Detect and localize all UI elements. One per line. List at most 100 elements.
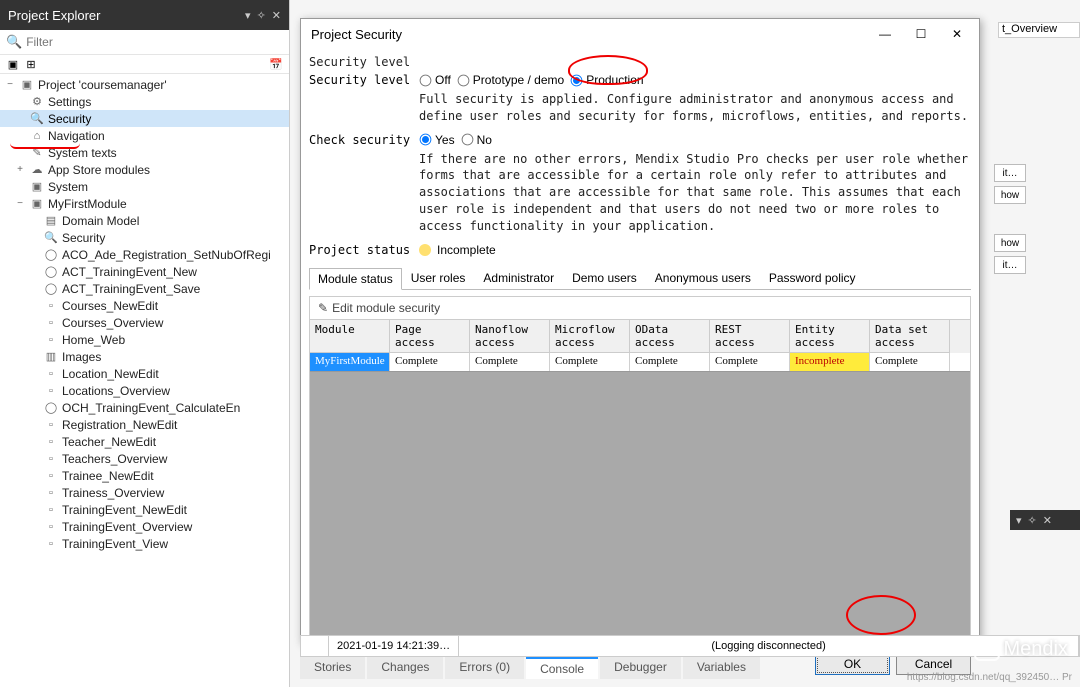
tree-item[interactable]: ◯ACT_TrainingEvent_Save xyxy=(0,280,289,297)
tree-item[interactable]: ▫Location_NewEdit xyxy=(0,365,289,382)
dropdown-icon[interactable]: ▾ xyxy=(1016,514,1022,527)
tree-item[interactable]: ▫TrainingEvent_View xyxy=(0,535,289,552)
tab-console[interactable]: Console xyxy=(526,657,598,679)
tree-module[interactable]: −▣MyFirstModule xyxy=(0,195,289,212)
col-page[interactable]: Page access xyxy=(390,320,470,353)
explorer-toolbar: ▣ ⊞ 📅 xyxy=(0,55,289,74)
collapse-icon[interactable]: ▣ xyxy=(6,57,20,71)
tab-debugger[interactable]: Debugger xyxy=(600,657,681,679)
text-icon: ✎ xyxy=(29,146,45,159)
page-icon: ▫ xyxy=(43,385,59,397)
tree-item[interactable]: ▫Trainess_Overview xyxy=(0,484,289,501)
cell-nanoflow: Complete xyxy=(470,353,550,371)
tree-item[interactable]: ▫Locations_Overview xyxy=(0,382,289,399)
pin-icon[interactable]: ✧ xyxy=(257,9,266,22)
tree-project[interactable]: −▣Project 'coursemanager' xyxy=(0,76,289,93)
tree-item[interactable]: ▫TrainingEvent_NewEdit xyxy=(0,501,289,518)
col-module[interactable]: Module xyxy=(310,320,390,353)
tree-item[interactable]: ◯OCH_TrainingEvent_CalculateEn xyxy=(0,399,289,416)
tab-changes[interactable]: Changes xyxy=(367,657,443,679)
domain-icon: ▤ xyxy=(43,214,59,227)
cell-module: MyFirstModule xyxy=(310,353,390,371)
tree-appstore[interactable]: +☁App Store modules xyxy=(0,161,289,178)
tree-domain-model[interactable]: ▤Domain Model xyxy=(0,212,289,229)
tree-item[interactable]: ▫Teacher_NewEdit xyxy=(0,433,289,450)
radio-no[interactable]: No xyxy=(461,133,492,147)
tree-item[interactable]: ▫Teachers_Overview xyxy=(0,450,289,467)
col-dataset[interactable]: Data set access xyxy=(870,320,950,353)
microflow-icon: ◯ xyxy=(43,401,59,414)
tree-item[interactable]: ▫Home_Web xyxy=(0,331,289,348)
project-tree: −▣Project 'coursemanager' ⚙Settings 🔍Sec… xyxy=(0,74,289,681)
tree-navigation[interactable]: ⌂Navigation xyxy=(0,127,289,144)
tree-settings[interactable]: ⚙Settings xyxy=(0,93,289,110)
explorer-header: Project Explorer ▾ ✧ ✕ xyxy=(0,0,289,30)
tab-demo-users[interactable]: Demo users xyxy=(563,267,646,289)
page-icon: ▫ xyxy=(43,487,59,499)
edit-module-security-button[interactable]: ✎ Edit module security xyxy=(309,296,971,319)
tree-item[interactable]: ▫Courses_NewEdit xyxy=(0,297,289,314)
tree-item[interactable]: ▫Trainee_NewEdit xyxy=(0,467,289,484)
tree-system[interactable]: ▣System xyxy=(0,178,289,195)
dialog-titlebar[interactable]: Project Security — ☐ ✕ xyxy=(301,19,979,49)
tab-anonymous-users[interactable]: Anonymous users xyxy=(646,267,760,289)
security-level-desc: Full security is applied. Configure admi… xyxy=(419,91,971,125)
page-icon: ▫ xyxy=(43,538,59,550)
pin-icon[interactable]: ✧ xyxy=(1028,514,1037,527)
background-tab[interactable]: t_Overview xyxy=(998,22,1080,38)
page-icon: ▫ xyxy=(43,317,59,329)
table-row[interactable]: MyFirstModule Complete Complete Complete… xyxy=(310,353,970,371)
col-entity[interactable]: Entity access xyxy=(790,320,870,353)
tab-administrator[interactable]: Administrator xyxy=(474,267,563,289)
side-button[interactable]: it… xyxy=(994,256,1026,274)
page-icon: ▫ xyxy=(43,504,59,516)
tree-security[interactable]: 🔍Security xyxy=(0,110,289,127)
cell-microflow: Complete xyxy=(550,353,630,371)
pencil-icon: ✎ xyxy=(318,301,328,315)
project-status-label: Project status xyxy=(309,243,419,257)
close-icon[interactable]: ✕ xyxy=(1043,514,1052,527)
side-button[interactable]: it… xyxy=(994,164,1026,182)
tree-item[interactable]: ▫Registration_NewEdit xyxy=(0,416,289,433)
calendar-icon[interactable]: 📅 xyxy=(269,57,283,71)
col-nanoflow[interactable]: Nanoflow access xyxy=(470,320,550,353)
side-button[interactable]: how xyxy=(994,234,1026,252)
tree-system-texts[interactable]: ✎System texts xyxy=(0,144,289,161)
tree-item[interactable]: ▫TrainingEvent_Overview xyxy=(0,518,289,535)
tree-item[interactable]: ◯ACO_Ade_Registration_SetNubOfRegi xyxy=(0,246,289,263)
tab-stories[interactable]: Stories xyxy=(300,657,365,679)
expand-icon[interactable]: ⊞ xyxy=(24,57,38,71)
col-microflow[interactable]: Microflow access xyxy=(550,320,630,353)
tab-user-roles[interactable]: User roles xyxy=(402,267,475,289)
project-status-value: Incomplete xyxy=(437,243,496,257)
tree-item[interactable]: ▥Images xyxy=(0,348,289,365)
radio-production[interactable]: Production xyxy=(570,73,643,87)
nav-icon: ⌂ xyxy=(29,130,45,142)
cell-dataset: Complete xyxy=(870,353,950,371)
chat-icon xyxy=(974,637,1000,661)
side-button[interactable]: how xyxy=(994,186,1026,204)
console-timestamp: 2021-01-19 14:21:39… xyxy=(329,636,459,656)
tree-item[interactable]: ▫Courses_Overview xyxy=(0,314,289,331)
page-icon: ▫ xyxy=(43,368,59,380)
close-icon[interactable]: ✕ xyxy=(272,9,281,22)
minimize-icon[interactable]: — xyxy=(873,27,897,41)
tab-errors[interactable]: Errors (0) xyxy=(445,657,524,679)
project-security-dialog: Project Security — ☐ ✕ Security level Se… xyxy=(300,18,980,643)
filter-input[interactable] xyxy=(26,35,283,49)
cell-odata: Complete xyxy=(630,353,710,371)
maximize-icon[interactable]: ☐ xyxy=(909,27,933,41)
tab-module-status[interactable]: Module status xyxy=(309,268,402,290)
tab-password-policy[interactable]: Password policy xyxy=(760,267,865,289)
tree-security2[interactable]: 🔍Security xyxy=(0,229,289,246)
col-odata[interactable]: OData access xyxy=(630,320,710,353)
dropdown-icon[interactable]: ▾ xyxy=(245,9,251,22)
radio-yes[interactable]: Yes xyxy=(419,133,455,147)
tab-variables[interactable]: Variables xyxy=(683,657,760,679)
security-tabs: Module status User roles Administrator D… xyxy=(309,267,971,290)
radio-prototype[interactable]: Prototype / demo xyxy=(457,73,564,87)
col-rest[interactable]: REST access xyxy=(710,320,790,353)
tree-item[interactable]: ◯ACT_TrainingEvent_New xyxy=(0,263,289,280)
radio-off[interactable]: Off xyxy=(419,73,451,87)
close-icon[interactable]: ✕ xyxy=(945,27,969,41)
